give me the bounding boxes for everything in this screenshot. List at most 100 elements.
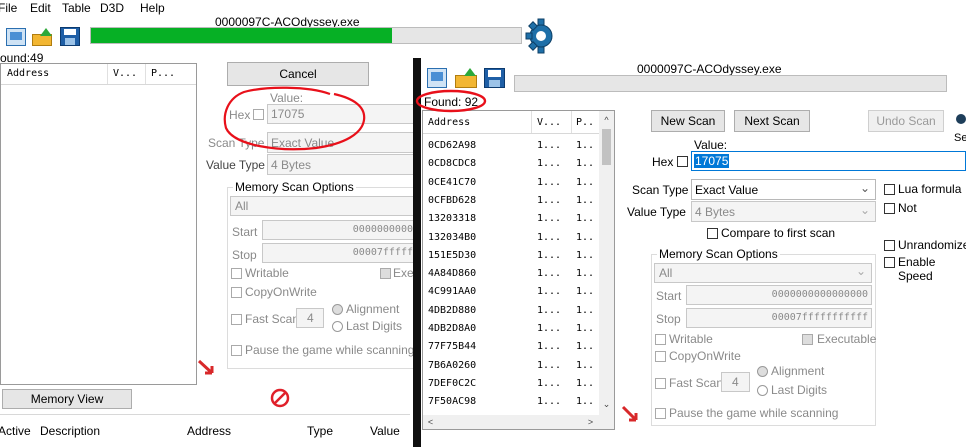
row-value: 1... — [537, 231, 562, 243]
compare-first-checkbox[interactable] — [707, 228, 718, 239]
memory-region-select-front[interactable]: All ⌄ — [654, 263, 872, 283]
fast-scan-checkbox-front[interactable] — [655, 378, 666, 389]
fast-scan-input[interactable]: 4 — [296, 308, 324, 328]
copyonwrite-checkbox[interactable] — [231, 287, 242, 298]
row-value: 1... — [537, 213, 562, 225]
list-header-front: Address V... P.. — [423, 111, 599, 134]
clear-list-icon[interactable] — [270, 388, 290, 408]
cheat-engine-logo-icon-front[interactable] — [955, 113, 966, 125]
table-row[interactable]: 4DB2D8A0 1... 1.. — [423, 319, 599, 338]
scroll-right-icon[interactable]: > — [583, 415, 598, 429]
table-row[interactable]: 7F50AC98 1... 1.. — [423, 392, 599, 411]
executable-checkbox[interactable] — [380, 268, 391, 279]
memory-region-select[interactable]: All — [230, 196, 417, 216]
fast-scan-label-front: Fast Scan — [669, 376, 724, 390]
add-to-list-arrow-icon-front[interactable] — [620, 404, 642, 426]
settings-label-partial[interactable]: Se — [954, 132, 966, 144]
table-row[interactable]: 4DB2D880 1... 1.. — [423, 301, 599, 320]
table-row[interactable]: 0CD8CDC8 1... 1.. — [423, 154, 599, 173]
menu-table[interactable]: Table — [62, 1, 91, 15]
table-row[interactable]: 77F75B44 1... 1.. — [423, 337, 599, 356]
table-row[interactable]: 7B6A0260 1... 1.. — [423, 356, 599, 375]
menu-edit[interactable]: Edit — [30, 1, 51, 15]
menu-file[interactable]: File — [0, 1, 17, 15]
fast-scan-checkbox[interactable] — [231, 314, 242, 325]
fast-scan-input-front[interactable]: 4 — [721, 372, 750, 392]
scroll-down-icon[interactable]: ⌄ — [599, 397, 614, 412]
results-list-front[interactable]: Address V... P.. 0CD62A98 1... 1.. 0CD8CDC8… — [422, 110, 615, 430]
copyonwrite-checkbox-front[interactable] — [655, 351, 666, 362]
table-row[interactable]: 4A84D860 1... 1.. — [423, 264, 599, 283]
scroll-thumb[interactable] — [602, 129, 611, 165]
results-list[interactable]: Address V... P... — [0, 63, 197, 385]
menu-help[interactable]: Help — [140, 1, 165, 15]
stop-address-input-front[interactable]: 00007fffffffffff — [686, 308, 872, 328]
value-type-select[interactable]: 4 Bytes — [267, 154, 417, 175]
col-value-front[interactable]: V... — [537, 117, 561, 128]
col-value-bottom[interactable]: Value — [370, 424, 400, 438]
enable-speed-label: Enable Speed — [898, 255, 936, 283]
executable-checkbox-front[interactable] — [802, 334, 813, 345]
last-digits-radio[interactable] — [332, 321, 343, 332]
col-previous[interactable]: P... — [151, 68, 175, 79]
col-value[interactable]: V... — [113, 68, 137, 79]
next-scan-button[interactable]: Next Scan — [734, 110, 810, 132]
open-folder-icon-front[interactable] — [455, 68, 479, 88]
table-row[interactable]: 4C991AA0 1... 1.. — [423, 282, 599, 301]
undo-scan-button[interactable]: Undo Scan — [868, 110, 944, 132]
alignment-radio-front[interactable] — [757, 366, 768, 377]
pause-game-checkbox-front[interactable] — [655, 408, 666, 419]
writable-checkbox-front[interactable] — [655, 334, 666, 345]
col-address[interactable]: Address — [7, 68, 49, 79]
open-folder-icon[interactable] — [32, 28, 54, 46]
start-address-input[interactable]: 0000000000 — [262, 220, 417, 240]
col-description[interactable]: Description — [40, 424, 100, 438]
memory-view-button[interactable]: Memory View — [2, 389, 132, 409]
pause-game-label-front: Pause the game while scanning — [669, 406, 839, 420]
lua-formula-checkbox[interactable] — [884, 184, 895, 195]
hex-checkbox-front[interactable] — [677, 156, 688, 167]
cheat-engine-logo-icon[interactable] — [524, 17, 554, 55]
horizontal-scrollbar[interactable]: < > — [423, 415, 614, 429]
col-previous-front[interactable]: P.. — [576, 117, 594, 128]
results-scrollbar[interactable]: ^ ⌄ — [599, 111, 614, 415]
value-input-front[interactable]: 17075 — [691, 151, 966, 171]
cancel-button[interactable]: Cancel — [227, 62, 369, 86]
row-value: 1... — [537, 304, 562, 316]
writable-checkbox[interactable] — [231, 268, 242, 279]
start-address-input-front[interactable]: 0000000000000000 — [686, 285, 872, 305]
table-row[interactable]: 132034B0 1... 1.. — [423, 228, 599, 247]
add-to-list-arrow-icon[interactable] — [196, 357, 218, 379]
col-address-bottom[interactable]: Address — [187, 424, 231, 438]
scroll-up-icon[interactable]: ^ — [599, 113, 614, 128]
table-row[interactable]: 7DEF0C2C 1... 1.. — [423, 374, 599, 393]
process-select-icon[interactable] — [6, 28, 26, 46]
stop-address-input[interactable]: 00007fffff — [262, 243, 417, 263]
col-address-front[interactable]: Address — [428, 117, 470, 128]
scroll-left-icon[interactable]: < — [423, 415, 438, 429]
progress-fill — [91, 28, 392, 43]
unrandomize-checkbox[interactable] — [884, 240, 895, 251]
save-icon[interactable] — [60, 27, 80, 46]
pause-game-checkbox[interactable] — [231, 345, 242, 356]
table-row[interactable]: 0CE41C70 1... 1.. — [423, 173, 599, 192]
table-row[interactable]: 13203318 1... 1.. — [423, 209, 599, 228]
new-scan-button[interactable]: New Scan — [651, 110, 725, 132]
table-row[interactable]: 0CFBD628 1... 1.. — [423, 191, 599, 210]
col-active[interactable]: Active — [0, 424, 31, 438]
table-row[interactable]: 151E5D30 1... 1.. — [423, 246, 599, 265]
last-digits-radio-front[interactable] — [757, 385, 768, 396]
save-icon-front[interactable] — [484, 68, 505, 88]
row-address: 13203318 — [428, 213, 477, 225]
alignment-radio[interactable] — [332, 304, 343, 315]
row-value: 1... — [537, 377, 562, 389]
process-select-icon-front[interactable] — [427, 68, 447, 88]
col-type[interactable]: Type — [307, 424, 333, 438]
scan-type-select-front[interactable]: Exact Value ⌄ — [691, 179, 876, 200]
not-checkbox[interactable] — [884, 203, 895, 214]
value-type-select-front[interactable]: 4 Bytes ⌄ — [691, 201, 876, 222]
enable-speed-checkbox[interactable] — [884, 257, 895, 268]
table-row[interactable]: 0CD62A98 1... 1.. — [423, 136, 599, 155]
menu-d3d[interactable]: D3D — [100, 1, 124, 15]
alignment-label-front: Alignment — [771, 364, 825, 378]
